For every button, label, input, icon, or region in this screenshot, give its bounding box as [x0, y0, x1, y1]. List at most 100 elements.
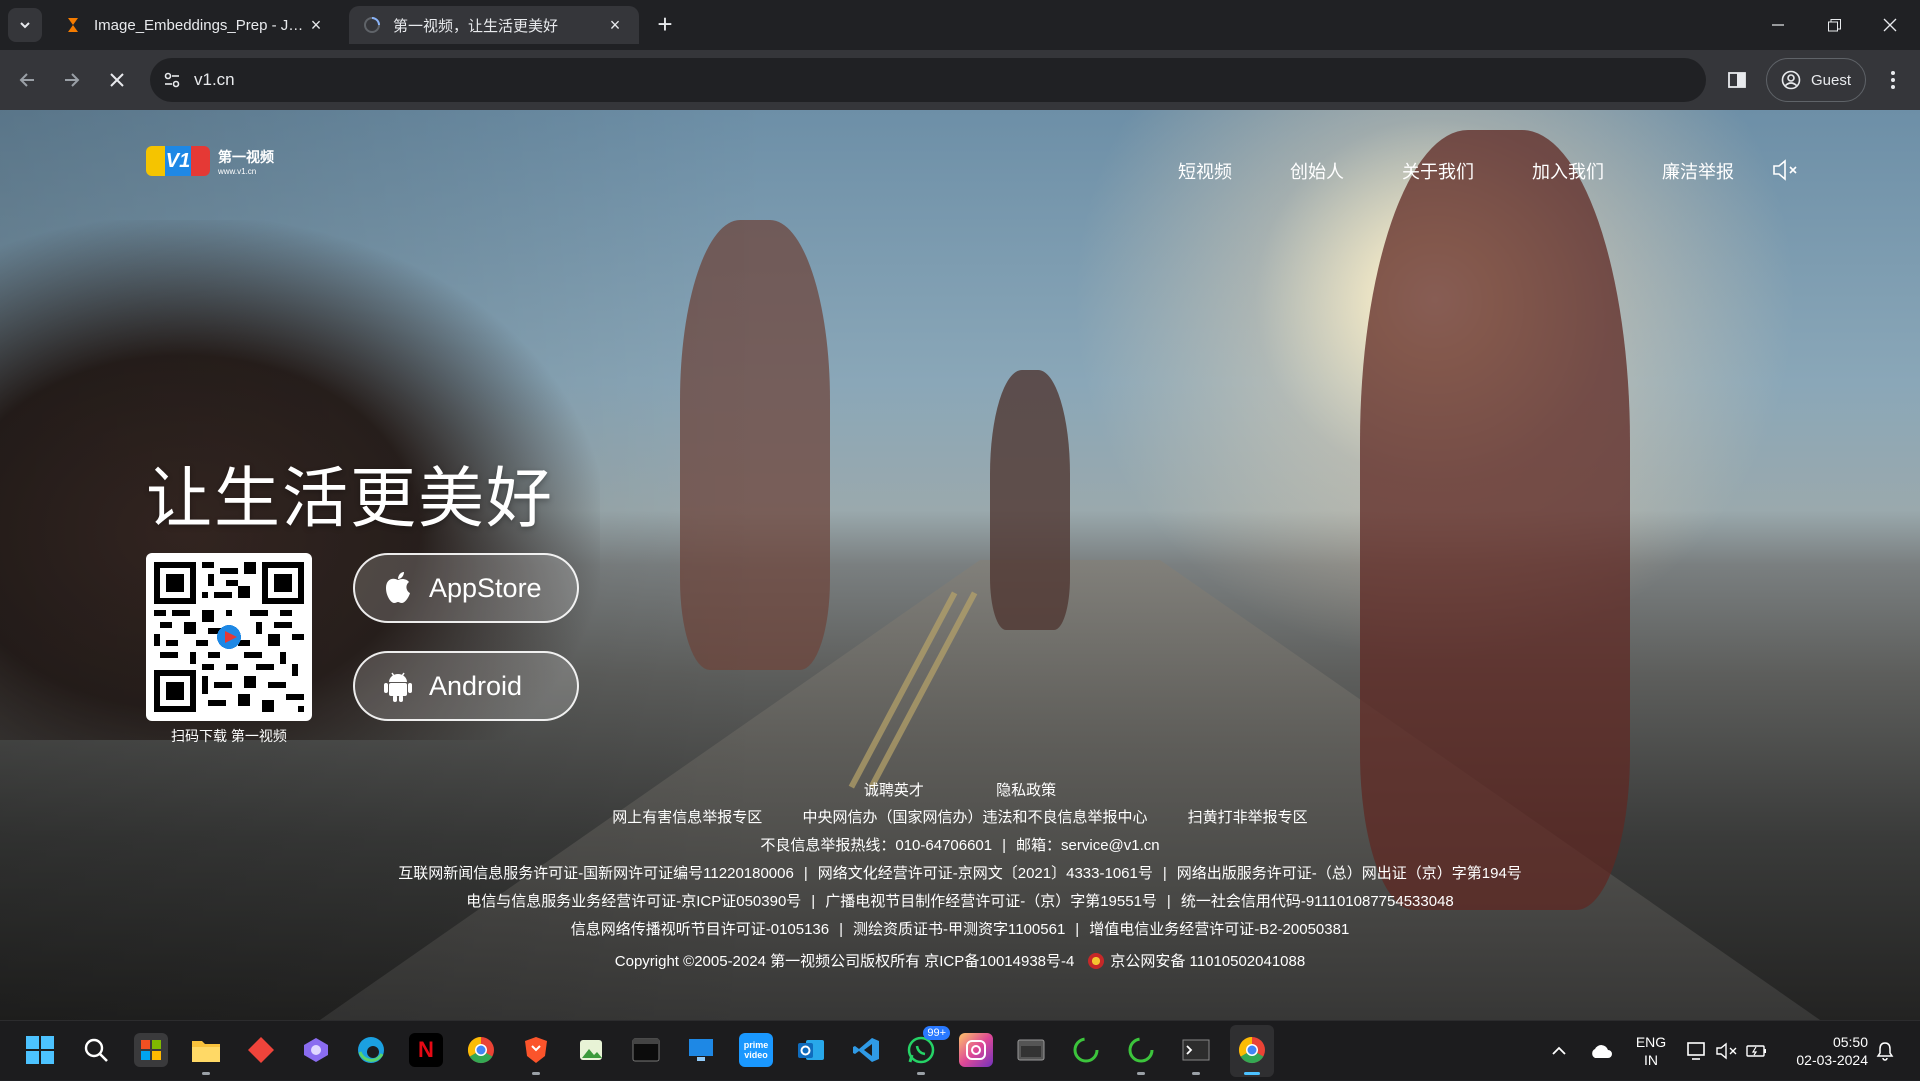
- footer-links-row: 诚聘英才 隐私政策: [0, 778, 1920, 804]
- bell-icon: [1876, 1042, 1894, 1061]
- prime-video-icon[interactable]: prime video: [739, 1033, 773, 1067]
- page-viewport: V1 第一视频 www.v1.cn 短视频 创始人 关于我们 加入我们 廉洁举报…: [0, 110, 1920, 1020]
- logo-badge: V1: [146, 146, 210, 176]
- close-tab-icon[interactable]: ×: [605, 15, 625, 36]
- profile-button[interactable]: Guest: [1766, 58, 1866, 102]
- file-explorer-icon[interactable]: [189, 1033, 223, 1075]
- android-button[interactable]: Android: [353, 651, 579, 721]
- minimize-button[interactable]: [1750, 0, 1806, 50]
- footer-license: 信息网络传播视听节目许可证-0105136: [570, 921, 830, 938]
- vscode-icon[interactable]: [849, 1033, 883, 1067]
- site-logo[interactable]: V1 第一视频 www.v1.cn: [146, 146, 274, 176]
- show-hidden-icons-button[interactable]: [1551, 1021, 1567, 1081]
- nav-founder[interactable]: 创始人: [1290, 158, 1344, 184]
- edge-browser-icon[interactable]: [354, 1033, 388, 1067]
- restore-icon: [1827, 18, 1841, 31]
- windows-icon: [26, 1036, 54, 1064]
- tab-v1[interactable]: 第一视频，让生活更美好 ×: [349, 6, 639, 44]
- browser-toolbar: v1.cn Guest: [0, 50, 1920, 110]
- tab-jupyter[interactable]: Image_Embeddings_Prep - Jupyter ×: [50, 6, 340, 44]
- brave-icon[interactable]: [519, 1033, 553, 1075]
- battery-button[interactable]: [1746, 1021, 1768, 1081]
- chrome-icon[interactable]: [464, 1033, 498, 1067]
- profile-label: Guest: [1811, 71, 1852, 89]
- region-code: IN: [1644, 1052, 1658, 1068]
- close-window-button[interactable]: [1862, 0, 1918, 50]
- new-tab-button[interactable]: +: [650, 10, 680, 40]
- volume-button[interactable]: [1716, 1021, 1738, 1081]
- instagram-icon[interactable]: [959, 1033, 993, 1067]
- sync-app-icon-2[interactable]: [1124, 1033, 1158, 1075]
- url-text[interactable]: v1.cn: [194, 70, 235, 90]
- cloud-icon: [1592, 1045, 1612, 1058]
- footer-copyright: Copyright ©2005-2024 第一视频公司版权所有 京ICP备100…: [614, 953, 1075, 970]
- android-icon: [384, 672, 412, 702]
- outlook-icon[interactable]: [794, 1033, 828, 1067]
- footer-link-anti-porn[interactable]: 扫黄打非举报专区: [1188, 809, 1308, 826]
- netflix-icon[interactable]: N: [409, 1033, 443, 1067]
- network-button[interactable]: [1686, 1021, 1708, 1081]
- site-footer: 诚聘英才 隐私政策 网上有害信息举报专区 中央网信办（国家网信办）违法和不良信息…: [0, 778, 1920, 976]
- footer-link-cac-report[interactable]: 中央网信办（国家网信办）违法和不良信息举报中心: [802, 809, 1147, 826]
- nav-short-video[interactable]: 短视频: [1178, 158, 1232, 184]
- tune-icon: [164, 72, 180, 88]
- terminal-icon[interactable]: [629, 1033, 663, 1067]
- tab-title: Image_Embeddings_Prep - Jupyter: [94, 16, 306, 34]
- nav-about-us[interactable]: 关于我们: [1402, 158, 1474, 184]
- chevron-up-icon: [1552, 1046, 1566, 1055]
- logo-domain: www.v1.cn: [218, 166, 257, 176]
- footer-email[interactable]: 邮箱：service@v1.cn: [1016, 837, 1160, 854]
- stop-loading-button[interactable]: [100, 63, 134, 97]
- chevron-down-icon: [20, 22, 30, 29]
- sync-app-icon[interactable]: [1069, 1033, 1103, 1067]
- android-label: Android: [429, 670, 523, 701]
- system-clock[interactable]: 05:50 02-03-2024: [1784, 1033, 1868, 1069]
- onedrive-button[interactable]: [1589, 1021, 1613, 1081]
- remote-desktop-icon[interactable]: [684, 1033, 718, 1067]
- clock-time: 05:50: [1832, 1034, 1868, 1050]
- appstore-button[interactable]: AppStore: [353, 553, 579, 623]
- mute-icon[interactable]: [1772, 158, 1800, 182]
- window-app-icon[interactable]: [1014, 1033, 1048, 1067]
- nav-join-us[interactable]: 加入我们: [1532, 158, 1604, 184]
- tab-search-button[interactable]: [8, 8, 42, 42]
- nav-integrity-report[interactable]: 廉洁举报: [1662, 158, 1734, 184]
- side-panel-button[interactable]: [1720, 63, 1754, 97]
- whatsapp-icon[interactable]: 99+: [904, 1026, 950, 1075]
- address-bar[interactable]: v1.cn: [150, 58, 1706, 102]
- notification-center-button[interactable]: [1876, 1021, 1894, 1081]
- apple-icon: [386, 572, 410, 603]
- chrome-active-icon[interactable]: [1235, 1033, 1269, 1075]
- close-tab-icon[interactable]: ×: [306, 15, 326, 36]
- battery-charging-icon: [1746, 1045, 1766, 1057]
- minimize-icon: [1772, 24, 1784, 26]
- footer-link-harmful-info[interactable]: 网上有害信息举报专区: [612, 809, 762, 826]
- arrow-left-icon: [19, 73, 34, 87]
- side-panel-icon: [1728, 72, 1746, 88]
- back-button[interactable]: [10, 63, 44, 97]
- footer-link-privacy[interactable]: 隐私政策: [996, 782, 1056, 799]
- site-nav: 短视频 创始人 关于我们 加入我们 廉洁举报: [1178, 158, 1792, 184]
- footer-link-careers[interactable]: 诚聘英才: [864, 782, 924, 799]
- qr-code-icon: [154, 562, 304, 712]
- loading-spinner-icon: [364, 17, 380, 33]
- photos-icon[interactable]: [574, 1033, 608, 1067]
- taskbar-search[interactable]: [79, 1033, 113, 1067]
- tab-title: 第一视频，让生活更美好: [393, 17, 559, 35]
- anydesk-icon[interactable]: [244, 1033, 278, 1067]
- start-button[interactable]: [23, 1033, 57, 1067]
- browser-menu-button[interactable]: [1878, 63, 1908, 97]
- logo-text: 第一视频 www.v1.cn: [218, 147, 274, 176]
- microsoft-store-icon[interactable]: [134, 1033, 168, 1067]
- footer-license: 测绘资质证书-甲测资字1100561: [853, 921, 1066, 938]
- language-code: ENG: [1635, 1034, 1667, 1050]
- restore-button[interactable]: [1806, 0, 1862, 50]
- input-language-button[interactable]: ENG IN: [1634, 1033, 1668, 1069]
- command-prompt-icon[interactable]: [1179, 1033, 1213, 1075]
- footer-license-row-2: 电信与信息服务业务经营许可证-京ICP证050390号 | 广播电视节目制作经营许可…: [466, 893, 1454, 910]
- footer-police-record[interactable]: 京公网安备 11010502041088: [1110, 953, 1305, 970]
- footer-license-row-3: 信息网络传播视听节目许可证-0105136 | 测绘资质证书-甲测资字1100561…: [570, 921, 1350, 938]
- forward-button[interactable]: [55, 63, 89, 97]
- copilot-icon[interactable]: [299, 1033, 333, 1067]
- site-info-button[interactable]: [150, 58, 194, 102]
